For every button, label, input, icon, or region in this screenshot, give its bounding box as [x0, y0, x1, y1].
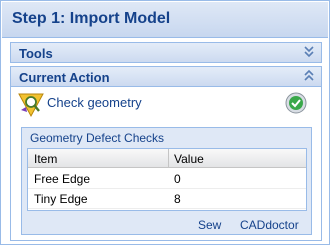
table-row[interactable]: Free Edge 0: [28, 169, 306, 189]
table-row[interactable]: Tiny Edge 8: [28, 189, 306, 209]
import-model-window: Step 1: Import Model Tools Current Actio…: [0, 0, 330, 245]
column-divider: [168, 149, 169, 168]
row-value-cell: 0: [174, 172, 181, 186]
geometry-defect-checks-box: Geometry Defect Checks Item Value Free E…: [21, 127, 312, 235]
check-circle-icon: [285, 92, 307, 114]
step-title-bar: Step 1: Import Model: [2, 2, 328, 38]
tools-panel-title: Tools: [19, 46, 53, 61]
defect-grid-header: Item Value: [28, 149, 306, 168]
caddoctor-link[interactable]: CADdoctor: [240, 218, 299, 232]
check-geometry-label: Check geometry: [47, 95, 142, 110]
step-title: Step 1: Import Model: [12, 10, 171, 27]
row-item-cell: Tiny Edge: [34, 192, 88, 206]
tools-panel-header[interactable]: Tools: [10, 42, 322, 63]
row-value-cell: 8: [174, 192, 181, 206]
geometry-defect-checks-title: Geometry Defect Checks: [30, 131, 165, 145]
magnifier-warning-icon: [18, 93, 44, 118]
chevron-down-icon[interactable]: [302, 44, 316, 60]
row-item-cell: Free Edge: [34, 172, 91, 186]
current-action-panel-header[interactable]: Current Action: [10, 66, 322, 87]
column-header-value[interactable]: Value: [174, 152, 204, 166]
chevron-up-icon[interactable]: [302, 68, 316, 84]
defect-grid: Item Value Free Edge 0 Tiny Edge 8: [27, 148, 307, 211]
current-action-panel-title: Current Action: [19, 70, 110, 85]
column-header-item[interactable]: Item: [34, 152, 57, 166]
sew-link[interactable]: Sew: [198, 218, 221, 232]
